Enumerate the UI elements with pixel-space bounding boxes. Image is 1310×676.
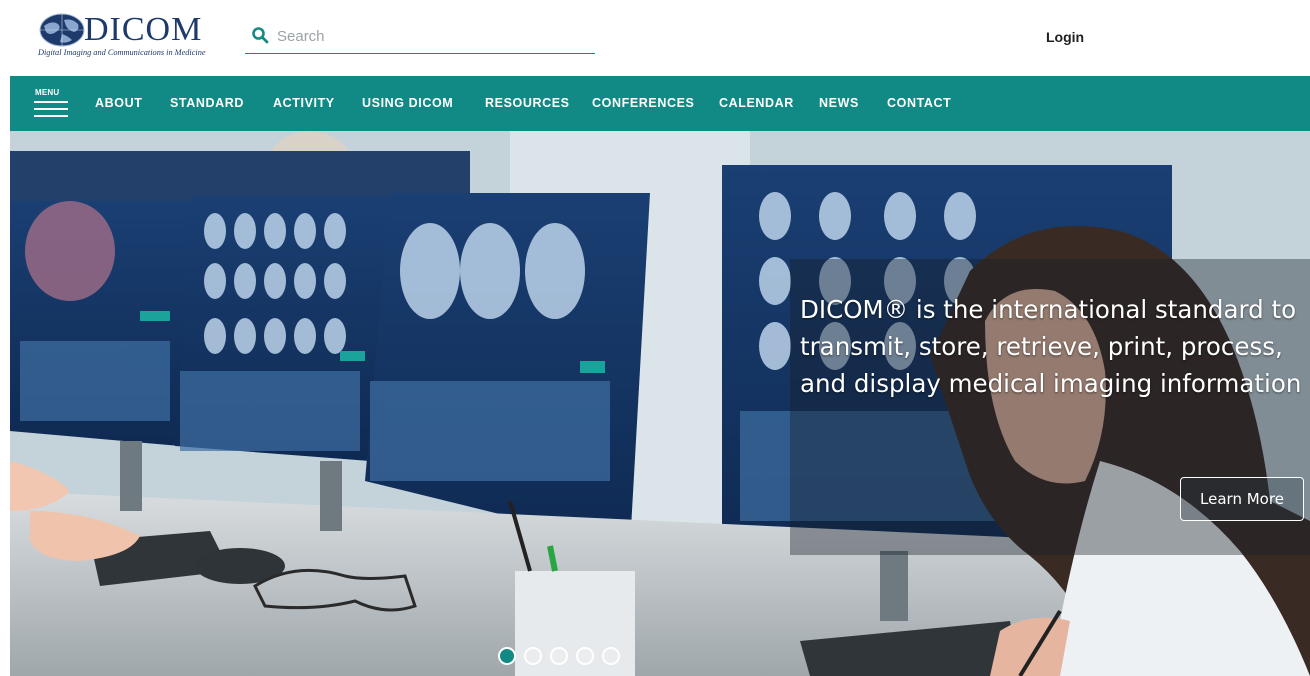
login-link[interactable]: Login bbox=[1046, 29, 1084, 45]
dicom-logo[interactable]: DICOM Digital Imaging and Communications… bbox=[38, 10, 213, 64]
nav-activity[interactable]: ACTIVITY bbox=[273, 96, 335, 110]
search-icon[interactable] bbox=[251, 26, 269, 44]
hero-slider: DICOM® is the international standard to … bbox=[10, 131, 1310, 676]
slide-dot-2[interactable] bbox=[524, 647, 542, 665]
hamburger-icon bbox=[34, 101, 68, 117]
learn-more-button[interactable]: Learn More bbox=[1180, 477, 1304, 521]
nav-standard[interactable]: STANDARD bbox=[170, 96, 244, 110]
nav-resources[interactable]: RESOURCES bbox=[485, 96, 570, 110]
slide-dot-1[interactable] bbox=[498, 647, 516, 665]
hero-caption: DICOM® is the international standard to … bbox=[800, 295, 1302, 398]
search-bar bbox=[245, 18, 595, 54]
menu-label: MENU bbox=[35, 88, 60, 97]
nav-calendar[interactable]: CALENDAR bbox=[719, 96, 794, 110]
nav-contact[interactable]: CONTACT bbox=[887, 96, 951, 110]
logo-tagline: Digital Imaging and Communications in Me… bbox=[38, 48, 206, 57]
nav-news[interactable]: NEWS bbox=[819, 96, 859, 110]
main-nav: MENU ABOUT STANDARD ACTIVITY USING DICOM… bbox=[10, 76, 1310, 131]
slide-dot-4[interactable] bbox=[576, 647, 594, 665]
nav-about[interactable]: ABOUT bbox=[95, 96, 142, 110]
menu-button[interactable]: MENU bbox=[34, 88, 70, 122]
nav-using-dicom[interactable]: USING DICOM bbox=[362, 96, 453, 110]
slide-dot-3[interactable] bbox=[550, 647, 568, 665]
logo-wordmark: DICOM bbox=[84, 11, 203, 48]
site-header: DICOM Digital Imaging and Communications… bbox=[0, 0, 1310, 76]
nav-conferences[interactable]: CONFERENCES bbox=[592, 96, 694, 110]
globe-logo-icon bbox=[39, 13, 85, 47]
search-input[interactable] bbox=[275, 23, 589, 49]
slider-pagination bbox=[498, 647, 628, 665]
slide-dot-5[interactable] bbox=[602, 647, 620, 665]
